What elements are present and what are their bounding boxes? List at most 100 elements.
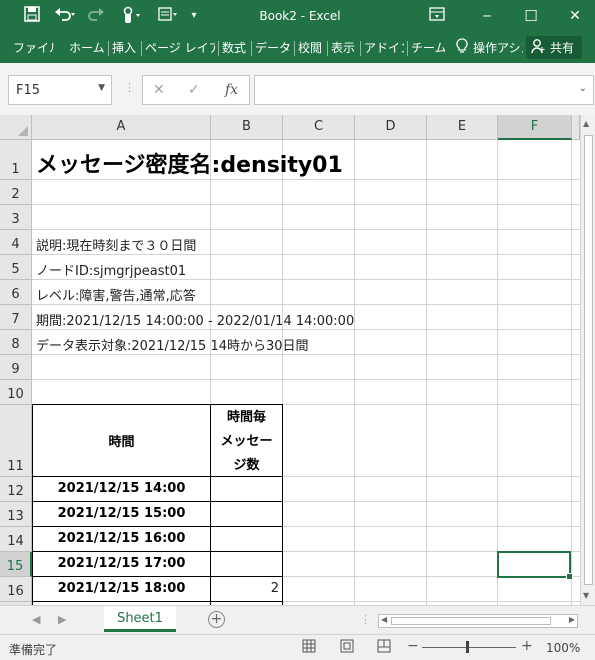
gridline [32, 379, 580, 380]
sheet-tab-sheet1[interactable]: Sheet1 [104, 606, 176, 632]
gridline [32, 254, 580, 255]
scroll-up-icon[interactable]: ▲ [583, 119, 589, 128]
touch-mode-icon[interactable] [118, 6, 144, 26]
zoom-slider-thumb[interactable] [466, 641, 469, 653]
tab-formulas[interactable]: 数式 [222, 38, 248, 58]
row-header-8[interactable]: 8 [0, 330, 32, 355]
table-row-time[interactable]: 2021/12/15 14:00 [32, 476, 211, 502]
cell-a6[interactable]: レベル:障害,警告,通常,応答 [36, 285, 196, 304]
expand-formula-icon[interactable]: ⌄ [579, 83, 587, 94]
sheet-next-icon[interactable]: ▶ [58, 613, 66, 626]
cell-a4[interactable]: 説明:現在時刻まで３０日間 [36, 235, 196, 254]
undo-icon[interactable] [52, 6, 78, 26]
tab-data[interactable]: データ [255, 38, 291, 58]
row-header-4[interactable]: 4 [0, 230, 32, 255]
zoom-in-button[interactable]: + [521, 638, 533, 654]
table-row-time[interactable]: 2021/12/15 16:00 [32, 526, 211, 552]
customize-icon[interactable]: ▾ [186, 6, 202, 26]
normal-view-icon[interactable] [301, 639, 317, 655]
name-box[interactable]: F15 ▼ [8, 75, 112, 105]
zoom-out-button[interactable]: − [407, 638, 419, 654]
gridline [32, 229, 580, 230]
tab-review[interactable]: 校閲 [298, 38, 324, 58]
worksheet-grid[interactable]: A B C D E F 1 2 3 4 5 6 7 8 9 10 11 12 1… [0, 115, 580, 605]
zoom-slider-track[interactable] [422, 647, 516, 648]
tab-insert[interactable]: 挿入 [112, 38, 138, 58]
tab-page-layout[interactable]: ページ レイアウト [145, 38, 215, 58]
page-break-view-icon[interactable] [376, 639, 392, 655]
table-row-count[interactable] [210, 526, 283, 552]
table-row-count[interactable] [210, 501, 283, 527]
cell-a7[interactable]: 期間:2021/12/15 14:00:00 - 2022/01/14 14:0… [36, 310, 354, 329]
column-header-d[interactable]: D [355, 115, 427, 140]
cell-a8[interactable]: データ表示対象:2021/12/15 14時から30日間 [36, 335, 309, 354]
select-all-button[interactable] [0, 115, 32, 140]
scroll-left-icon[interactable]: ◀ [381, 615, 387, 624]
maximize-button[interactable]: ☐ [521, 6, 541, 26]
table-row-count[interactable] [210, 551, 283, 577]
row-header-7[interactable]: 7 [0, 305, 32, 330]
page-layout-view-icon[interactable] [339, 639, 355, 655]
tab-split-grip-icon[interactable]: ⋮ [360, 613, 371, 626]
redo-icon[interactable] [86, 6, 110, 26]
window-title: Book2 - Excel [259, 9, 341, 23]
table-row-time[interactable]: 2021/12/15 18:00 [32, 576, 211, 602]
row-header-16[interactable]: 16 [0, 577, 32, 602]
vertical-scrollbar[interactable]: ▲ ▼ [580, 115, 595, 605]
tab-file[interactable]: ファイル [13, 38, 55, 58]
table-row-time[interactable]: 2021/12/15 17:00 [32, 551, 211, 577]
scroll-down-icon[interactable]: ▼ [583, 591, 589, 600]
row-header-6[interactable]: 6 [0, 280, 32, 305]
close-button[interactable]: ✕ [565, 6, 585, 26]
vertical-scroll-thumb[interactable] [584, 135, 593, 585]
column-header-e[interactable]: E [427, 115, 498, 140]
tab-addins[interactable]: アドイン [364, 38, 404, 58]
tab-team[interactable]: チーム [411, 38, 445, 58]
formula-bar: F15 ▼ ⋮ ✕ ✓ fx ⌄ [0, 63, 595, 115]
row-header-15[interactable]: 15 [0, 552, 32, 577]
table-row-count[interactable] [210, 476, 283, 502]
row-header-3[interactable]: 3 [0, 205, 32, 230]
sheet-prev-icon[interactable]: ◀ [32, 613, 40, 626]
row-header-13[interactable]: 13 [0, 502, 32, 527]
row-header-12[interactable]: 12 [0, 477, 32, 502]
row-header-11[interactable]: 11 [0, 405, 32, 477]
cancel-entry-button[interactable]: ✕ [153, 82, 165, 98]
active-cell-selection[interactable] [497, 551, 573, 580]
row-header-14[interactable]: 14 [0, 527, 32, 552]
table-header-time-label: 時間 [108, 435, 135, 450]
table-row-count[interactable]: 2 [210, 576, 283, 602]
tab-view[interactable]: 表示 [331, 38, 357, 58]
row-header-2[interactable]: 2 [0, 180, 32, 205]
save-icon[interactable] [22, 6, 42, 26]
lightbulb-icon[interactable] [456, 38, 470, 58]
enter-entry-button[interactable]: ✓ [188, 82, 200, 98]
column-header-b[interactable]: B [211, 115, 283, 140]
share-button[interactable]: 共有 [526, 36, 582, 59]
row-header-5[interactable]: 5 [0, 255, 32, 280]
cell-a5[interactable]: ノードID:sjmgrjpeast01 [36, 260, 186, 279]
chevron-down-icon[interactable]: ▼ [98, 83, 105, 93]
table-row-time[interactable]: 2021/12/15 15:00 [32, 501, 211, 527]
tell-me-search[interactable]: 操作アシスト [473, 38, 523, 58]
minimize-button[interactable]: ─ [477, 6, 497, 26]
formula-input[interactable]: ⌄ [254, 75, 594, 105]
horizontal-scrollbar[interactable]: ◀ ▶ [378, 614, 578, 628]
cell-a1-title[interactable]: メッセージ密度名:density01 [36, 147, 343, 179]
table-header-message-count[interactable]: 時間毎 メッセー ジ数 [210, 404, 283, 477]
ribbon-display-icon[interactable] [427, 6, 447, 26]
scroll-right-icon[interactable]: ▶ [569, 615, 575, 624]
zoom-level[interactable]: 100% [546, 641, 580, 655]
table-header-time[interactable]: 時間 [32, 404, 211, 477]
tab-home[interactable]: ホーム [69, 38, 105, 58]
row-header-10[interactable]: 10 [0, 380, 32, 405]
column-header-c[interactable]: C [283, 115, 355, 140]
column-header-f[interactable]: F [498, 115, 572, 140]
insert-function-button[interactable]: fx [225, 82, 238, 98]
form-icon[interactable] [156, 6, 180, 26]
horizontal-scroll-thumb[interactable] [391, 617, 551, 625]
add-sheet-button[interactable]: + [208, 611, 225, 628]
column-header-a[interactable]: A [32, 115, 211, 140]
row-header-9[interactable]: 9 [0, 355, 32, 380]
row-header-1[interactable]: 1 [0, 140, 32, 180]
